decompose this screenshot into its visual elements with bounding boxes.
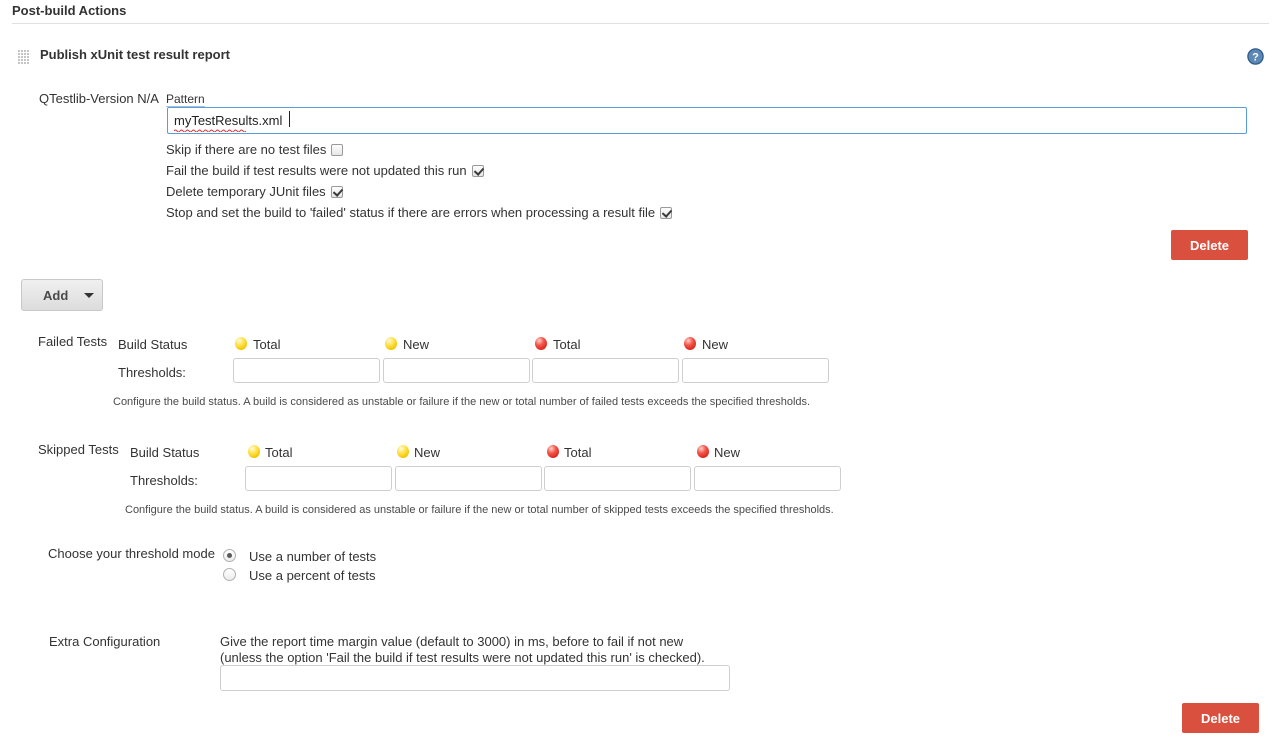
extra-configuration-description: Give the report time margin value (defau… xyxy=(220,634,705,666)
threshold-mode-label: Choose your threshold mode xyxy=(48,546,215,561)
yellow-ball-icon xyxy=(397,445,409,458)
skipped-col-label-0: Total xyxy=(265,445,293,460)
extra-desc-line-1: Give the report time margin value (defau… xyxy=(220,634,684,649)
test-type-label: QTestlib-Version N/A xyxy=(39,91,159,106)
threshold-mode-number-radio[interactable] xyxy=(223,549,236,562)
delete-publisher-button[interactable]: Delete xyxy=(1182,703,1259,733)
delete-temp-junit-checkbox[interactable] xyxy=(330,185,343,198)
add-tool-button[interactable]: Add xyxy=(21,279,103,311)
red-ball-icon xyxy=(535,337,547,350)
page-title: Post-build Actions xyxy=(12,3,127,18)
failed-threshold-failure-new-input[interactable] xyxy=(682,358,829,383)
extra-configuration-label: Extra Configuration xyxy=(49,634,161,649)
skipped-tests-note: Configure the build status. A build is c… xyxy=(125,504,834,516)
failed-tests-label: Failed Tests xyxy=(38,334,108,349)
skipped-tests-label: Skipped Tests xyxy=(38,442,119,457)
failed-build-status-label: Build Status xyxy=(118,337,188,352)
threshold-mode-percent-label[interactable]: Use a percent of tests xyxy=(249,568,375,583)
text-cursor xyxy=(289,111,290,127)
option-label: Skip if there are no test files xyxy=(166,142,327,158)
option-label: Fail the build if test results were not … xyxy=(166,163,467,179)
time-margin-input[interactable] xyxy=(220,665,730,691)
extra-desc-line-2: (unless the option 'Fail the build if te… xyxy=(220,650,705,665)
delete-tool-button[interactable]: Delete xyxy=(1171,230,1248,260)
failed-col-label-2: Total xyxy=(553,337,581,352)
skipped-build-status-label: Build Status xyxy=(130,445,200,460)
option-row-fail-not-updated[interactable]: Fail the build if test results were not … xyxy=(166,162,484,178)
yellow-ball-icon xyxy=(385,337,397,350)
pattern-input[interactable] xyxy=(167,107,1247,134)
red-ball-icon xyxy=(697,445,709,458)
skipped-thresholds-label: Thresholds: xyxy=(130,473,198,488)
header-divider xyxy=(12,23,1269,24)
skipped-threshold-failure-new-input[interactable] xyxy=(694,466,841,491)
failed-threshold-unstable-new-input[interactable] xyxy=(383,358,530,383)
skipped-col-label-1: New xyxy=(414,445,441,460)
stop-on-error-checkbox[interactable] xyxy=(660,206,673,219)
skip-no-test-files-checkbox[interactable] xyxy=(331,143,344,156)
section-title: Publish xUnit test result report xyxy=(40,47,230,62)
fail-not-updated-checkbox[interactable] xyxy=(471,164,484,177)
option-label: Delete temporary JUnit files xyxy=(166,184,326,200)
threshold-mode-number-label[interactable]: Use a number of tests xyxy=(249,549,376,564)
yellow-ball-icon xyxy=(235,337,247,350)
option-label: Stop and set the build to 'failed' statu… xyxy=(166,205,656,221)
failed-tests-note: Configure the build status. A build is c… xyxy=(113,396,811,408)
pattern-help-label[interactable]: Pattern xyxy=(166,92,205,107)
failed-col-label-0: Total xyxy=(253,337,281,352)
threshold-mode-percent-radio[interactable] xyxy=(223,568,236,581)
option-row-stop-on-error[interactable]: Stop and set the build to 'failed' statu… xyxy=(166,204,673,221)
skipped-threshold-unstable-total-input[interactable] xyxy=(245,466,392,491)
red-ball-icon xyxy=(547,445,559,458)
skipped-col-label-2: Total xyxy=(564,445,592,460)
failed-col-label-3: New xyxy=(702,337,729,352)
option-row-skip-no-test-files[interactable]: Skip if there are no test files xyxy=(166,141,344,158)
drag-handle-icon[interactable] xyxy=(18,50,29,64)
skipped-threshold-failure-total-input[interactable] xyxy=(544,466,691,491)
svg-text:?: ? xyxy=(1252,51,1259,63)
help-question-icon[interactable]: ? xyxy=(1247,48,1264,65)
failed-thresholds-label: Thresholds: xyxy=(118,365,186,380)
red-ball-icon xyxy=(684,337,696,350)
yellow-ball-icon xyxy=(248,445,260,458)
option-row-delete-temp-junit[interactable]: Delete temporary JUnit files xyxy=(166,183,343,199)
failed-threshold-failure-total-input[interactable] xyxy=(532,358,679,383)
failed-threshold-unstable-total-input[interactable] xyxy=(233,358,380,383)
skipped-threshold-unstable-new-input[interactable] xyxy=(395,466,542,491)
failed-col-label-1: New xyxy=(403,337,430,352)
skipped-col-label-3: New xyxy=(714,445,741,460)
page-header: Post-build Actions xyxy=(0,0,1281,24)
